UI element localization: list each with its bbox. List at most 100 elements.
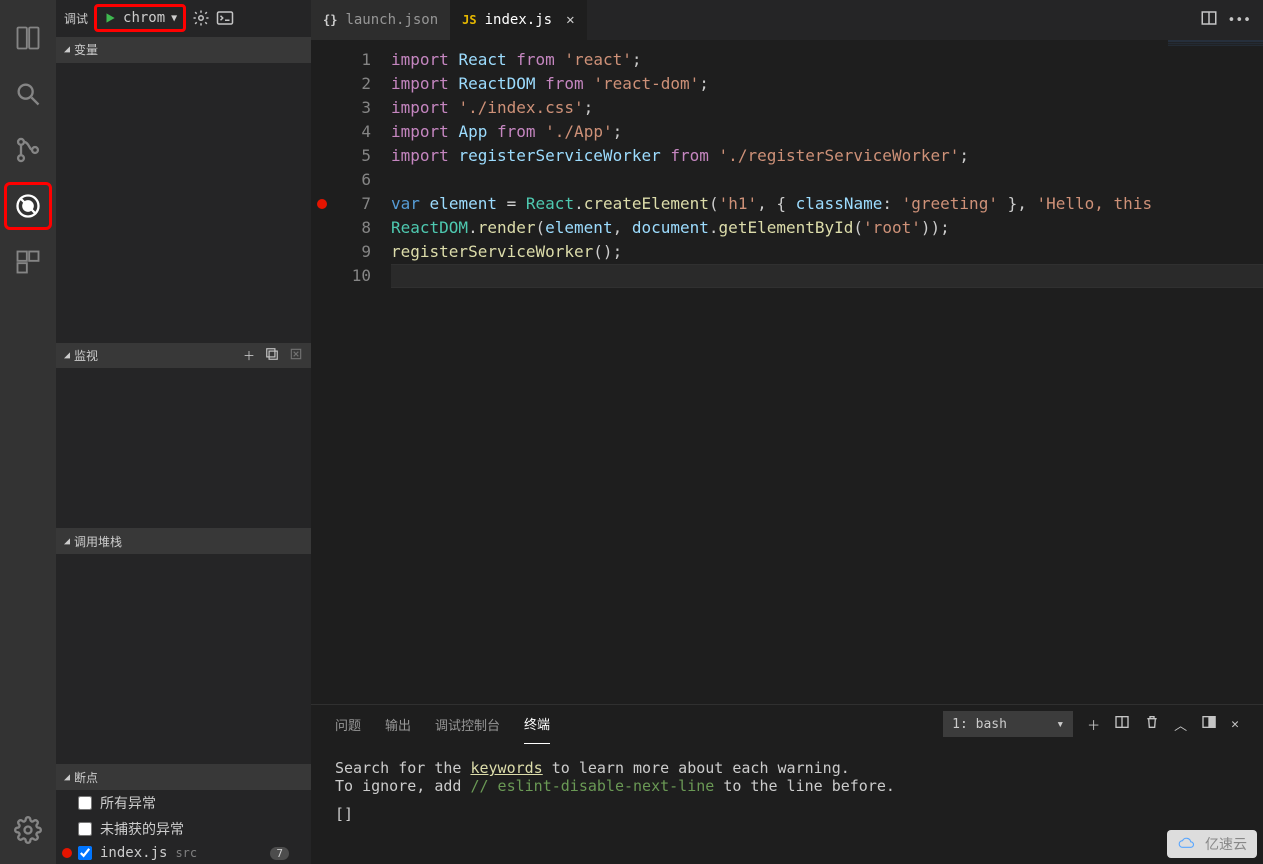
new-terminal-icon[interactable]: ＋ xyxy=(1087,715,1100,734)
panel-tab-terminal[interactable]: 终端 xyxy=(524,704,550,744)
terminal-comment: // eslint-disable-next-line xyxy=(470,777,714,795)
scm-icon[interactable] xyxy=(4,126,52,174)
twisty-icon: ◢ xyxy=(64,772,70,783)
terminal-line: Search for the keywords to learn more ab… xyxy=(335,759,1239,777)
code-line[interactable]: import registerServiceWorker from './reg… xyxy=(391,144,1263,168)
maximize-panel-icon[interactable] xyxy=(1201,714,1217,734)
terminal-select[interactable]: 1: bash ▾ xyxy=(943,711,1073,737)
debug-header: 调试 chrom ▼ xyxy=(56,0,311,37)
split-editor-icon[interactable] xyxy=(1200,9,1218,31)
add-watch-icon[interactable]: ＋ xyxy=(243,347,255,364)
close-panel-icon[interactable]: ✕ xyxy=(1231,717,1239,732)
debug-header-label: 调试 xyxy=(64,10,88,27)
console-icon[interactable] xyxy=(216,9,234,27)
minimap[interactable] xyxy=(1168,40,1263,80)
twisty-icon: ◢ xyxy=(64,536,70,547)
panel-tab-debug-console[interactable]: 调试控制台 xyxy=(435,705,500,744)
section-callstack-header[interactable]: ◢ 调用堆栈 xyxy=(56,528,311,554)
bp-line-badge: 7 xyxy=(270,847,289,860)
code-line[interactable]: import ReactDOM from 'react-dom'; xyxy=(391,72,1263,96)
line-number[interactable]: 10 xyxy=(311,264,391,288)
collapse-all-icon[interactable] xyxy=(265,347,279,364)
code-line[interactable] xyxy=(391,168,1263,192)
section-variables-body xyxy=(56,63,311,343)
panel-tab-output[interactable]: 输出 xyxy=(385,705,411,744)
bp-checkbox[interactable] xyxy=(78,846,92,860)
line-number[interactable]: 7 xyxy=(311,192,391,216)
debug-sidebar: 调试 chrom ▼ ◢ 变量 ◢ 监视 ＋ xyxy=(56,0,311,864)
bp-label: 未捕获的异常 xyxy=(100,819,184,839)
editor-tabs: {} launch.json JS index.js ✕ ••• xyxy=(311,0,1263,40)
line-number[interactable]: 8 xyxy=(311,216,391,240)
section-watch-body xyxy=(56,368,311,528)
code-line[interactable]: ReactDOM.render(element, document.getEle… xyxy=(391,216,1263,240)
bp-checkbox[interactable] xyxy=(78,822,92,836)
line-number[interactable]: 1 xyxy=(311,48,391,72)
remove-all-icon[interactable] xyxy=(289,347,303,364)
code-line[interactable] xyxy=(391,264,1263,288)
gear-icon[interactable] xyxy=(192,9,210,27)
line-number[interactable]: 3 xyxy=(311,96,391,120)
close-tab-icon[interactable]: ✕ xyxy=(566,12,574,28)
more-actions-icon[interactable]: ••• xyxy=(1228,13,1251,28)
code-line[interactable]: import App from './App'; xyxy=(391,120,1263,144)
bp-uncaught[interactable]: 未捕获的异常 xyxy=(56,816,311,842)
tab-index-js[interactable]: JS index.js ✕ xyxy=(450,0,586,40)
settings-icon[interactable] xyxy=(4,806,52,854)
terminal-output[interactable]: Search for the keywords to learn more ab… xyxy=(311,743,1263,839)
line-number[interactable]: 6 xyxy=(311,168,391,192)
tab-launch-json[interactable]: {} launch.json xyxy=(311,0,450,40)
section-label: 断点 xyxy=(74,769,98,786)
terminal-cursor: [] xyxy=(335,805,1239,823)
line-number[interactable]: 4 xyxy=(311,120,391,144)
code[interactable]: import React from 'react';import ReactDO… xyxy=(391,40,1263,704)
explorer-icon[interactable] xyxy=(4,14,52,62)
watermark: 亿速云 xyxy=(1167,830,1257,858)
config-name: chrom xyxy=(123,10,165,26)
line-number[interactable]: 9 xyxy=(311,240,391,264)
section-variables-header[interactable]: ◢ 变量 xyxy=(56,37,311,63)
split-terminal-icon[interactable] xyxy=(1114,714,1130,734)
tab-label: launch.json xyxy=(345,12,438,28)
section-watch-header[interactable]: ◢ 监视 ＋ xyxy=(56,343,311,369)
line-number[interactable]: 2 xyxy=(311,72,391,96)
bp-source: src xyxy=(175,846,197,860)
panel-tabs: 问题 输出 调试控制台 终端 1: bash ▾ ＋ ︿ xyxy=(311,705,1263,743)
twisty-icon: ◢ xyxy=(64,350,70,361)
code-editor[interactable]: 12345678910 import React from 'react';im… xyxy=(311,40,1263,704)
code-line[interactable]: import './index.css'; xyxy=(391,96,1263,120)
panel-tab-problems[interactable]: 问题 xyxy=(335,705,361,744)
play-icon[interactable] xyxy=(103,11,117,25)
dropdown-arrow-icon: ▼ xyxy=(171,13,177,24)
terminal-line: To ignore, add // eslint-disable-next-li… xyxy=(335,777,1239,795)
section-label: 变量 xyxy=(74,41,98,58)
kill-terminal-icon[interactable] xyxy=(1144,714,1160,734)
watermark-text: 亿速云 xyxy=(1205,834,1247,854)
code-line[interactable]: registerServiceWorker(); xyxy=(391,240,1263,264)
section-callstack-body xyxy=(56,554,311,764)
bp-all-exceptions[interactable]: 所有异常 xyxy=(56,790,311,816)
bp-file[interactable]: index.js src 7 xyxy=(56,842,311,864)
debug-icon[interactable] xyxy=(4,182,52,230)
code-line[interactable]: var element = React.createElement('h1', … xyxy=(391,192,1263,216)
terminal-select-label: 1: bash xyxy=(952,717,1007,732)
bp-filename: index.js xyxy=(100,845,167,861)
tab-label: index.js xyxy=(485,12,552,28)
activity-bar xyxy=(0,0,56,864)
code-line[interactable]: import React from 'react'; xyxy=(391,48,1263,72)
line-number[interactable]: 5 xyxy=(311,144,391,168)
debug-config-select[interactable]: chrom ▼ xyxy=(94,4,186,32)
js-file-icon: JS xyxy=(462,13,476,27)
section-breakpoints-header[interactable]: ◢ 断点 xyxy=(56,764,311,790)
json-file-icon: {} xyxy=(323,13,337,27)
twisty-icon: ◢ xyxy=(64,44,70,55)
search-icon[interactable] xyxy=(4,70,52,118)
gutter: 12345678910 xyxy=(311,40,391,704)
bp-checkbox[interactable] xyxy=(78,796,92,810)
bp-dot-icon xyxy=(62,848,72,858)
editor-area: {} launch.json JS index.js ✕ ••• 1234567… xyxy=(311,0,1263,864)
dropdown-arrow-icon: ▾ xyxy=(1056,717,1064,732)
terminal-link[interactable]: keywords xyxy=(470,759,542,777)
chevron-up-icon[interactable]: ︿ xyxy=(1174,715,1187,734)
extensions-icon[interactable] xyxy=(4,238,52,286)
